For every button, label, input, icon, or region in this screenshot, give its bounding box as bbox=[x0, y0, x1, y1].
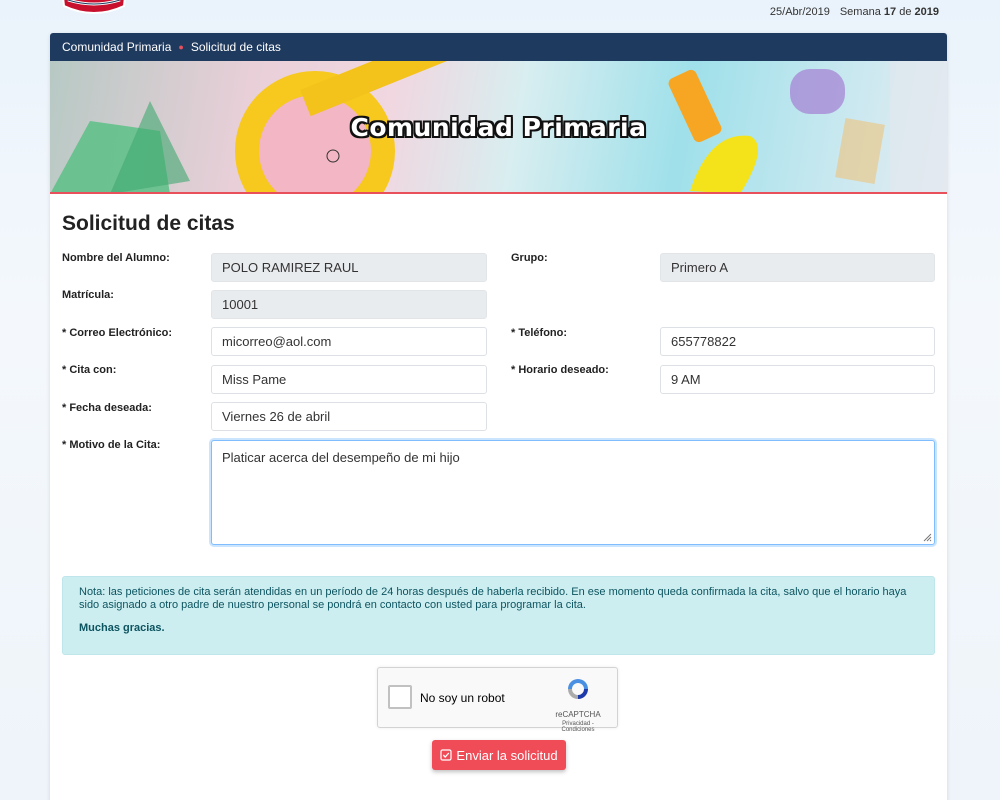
preferred-date-input[interactable]: Viernes 26 de abril bbox=[211, 402, 487, 431]
form-content: Solicitud de citas bbox=[50, 210, 947, 238]
recaptcha-widget: No soy un robot reCAPTCHA Privacidad - C… bbox=[377, 667, 618, 733]
recaptcha-label: No soy un robot bbox=[420, 691, 505, 705]
reason-textarea[interactable]: Platicar acerca del desempeño de mi hijo bbox=[211, 440, 935, 545]
submit-request-button[interactable]: Enviar la solicitud bbox=[432, 740, 566, 770]
current-date: 25/Abr/2019 bbox=[769, 6, 830, 18]
note-thanks: Muchas gracias. bbox=[79, 622, 165, 634]
student-name-label: Nombre del Alumno: bbox=[62, 252, 170, 264]
meeting-with-input[interactable]: Miss Pame bbox=[211, 365, 487, 394]
breadcrumb: Comunidad Primaria ● Solicitud de citas bbox=[50, 33, 947, 61]
page-title: Solicitud de citas bbox=[62, 212, 235, 235]
breadcrumb-item-current: Solicitud de citas bbox=[190, 40, 281, 54]
group-field: Primero A bbox=[660, 253, 935, 282]
submit-label: Enviar la solicitud bbox=[456, 747, 558, 763]
phone-label: * Teléfono: bbox=[511, 327, 568, 339]
breadcrumb-separator-icon: ● bbox=[178, 42, 184, 52]
meeting-with-label: * Cita con: bbox=[62, 364, 117, 376]
info-note: Nota: las peticiones de cita serán atend… bbox=[62, 576, 935, 655]
top-bar: 25/Abr/2019 Semana 17 de 2019 bbox=[0, 0, 1000, 32]
hero-banner: Comunidad Primaria bbox=[50, 61, 947, 194]
email-input[interactable]: micorreo@aol.com bbox=[211, 327, 487, 356]
preferred-time-label: * Horario deseado: bbox=[511, 364, 609, 376]
enrollment-label: Matrícula: bbox=[62, 289, 114, 301]
resize-handle-icon[interactable] bbox=[922, 532, 932, 542]
note-text: Nota: las peticiones de cita serán atend… bbox=[79, 586, 907, 611]
group-label: Grupo: bbox=[511, 252, 548, 264]
recaptcha-links[interactable]: Privacidad - Condiciones bbox=[548, 721, 608, 733]
banner-title: Comunidad Primaria bbox=[350, 113, 647, 142]
phone-input[interactable]: 655778822 bbox=[660, 327, 935, 356]
breadcrumb-item-community[interactable]: Comunidad Primaria bbox=[62, 40, 171, 54]
enrollment-field: 10001 bbox=[211, 290, 487, 319]
preferred-time-input[interactable]: 9 AM bbox=[660, 365, 935, 394]
check-square-icon bbox=[440, 749, 453, 761]
school-logo[interactable] bbox=[58, 0, 130, 18]
recaptcha-logo-icon bbox=[568, 679, 588, 699]
week-indicator: Semana 17 de 2019 bbox=[839, 6, 939, 18]
student-name-field: POLO RAMIREZ RAUL bbox=[211, 253, 487, 282]
main-card: Comunidad Primaria ● Solicitud de citas … bbox=[50, 33, 947, 800]
recaptcha-brand-name: reCAPTCHA bbox=[555, 710, 601, 719]
preferred-date-label: * Fecha deseada: bbox=[62, 402, 152, 414]
email-label: * Correo Electrónico: bbox=[62, 327, 173, 339]
reason-label: * Motivo de la Cita: bbox=[62, 439, 161, 451]
reason-text: Platicar acerca del desempeño de mi hijo bbox=[222, 450, 460, 465]
recaptcha-checkbox[interactable] bbox=[388, 685, 412, 709]
date-bar: 25/Abr/2019 Semana 17 de 2019 bbox=[770, 6, 939, 18]
recaptcha-brand: reCAPTCHA Privacidad - Condiciones bbox=[548, 676, 608, 733]
